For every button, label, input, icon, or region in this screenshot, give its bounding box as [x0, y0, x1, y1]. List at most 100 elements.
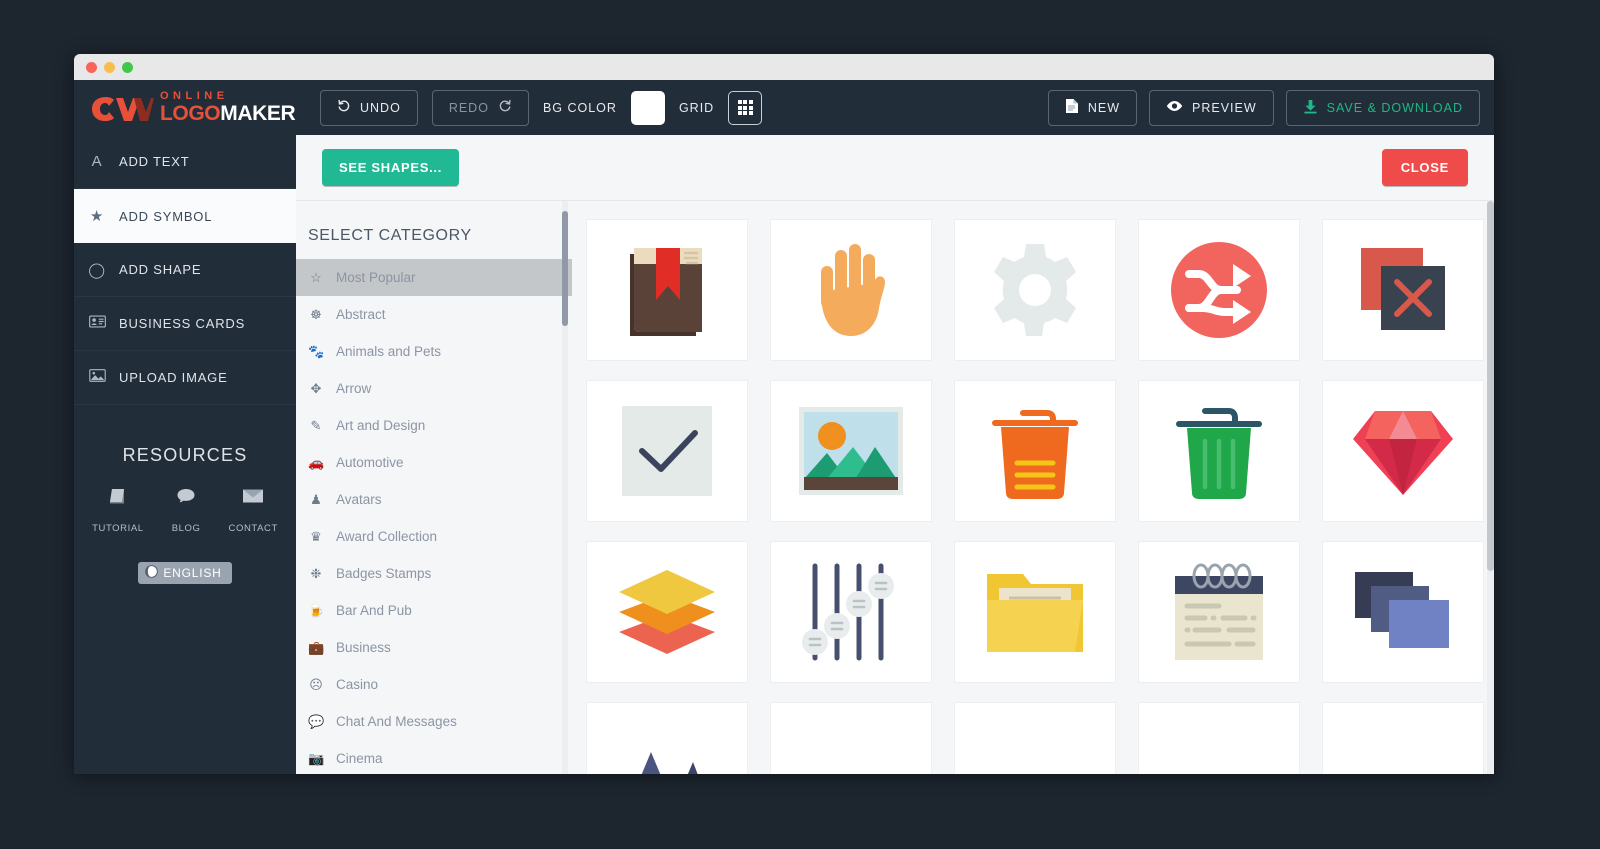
- resources-section: RESOURCES TUTORIAL BLOG CONTACT ENGLISH: [74, 445, 296, 584]
- resource-label: BLOG: [171, 523, 201, 534]
- category-avatars[interactable]: ♟ Avatars: [296, 481, 572, 518]
- language-selector[interactable]: ENGLISH: [138, 562, 232, 584]
- sidebar-item-add-symbol[interactable]: ★ ADD SYMBOL: [74, 189, 296, 243]
- symbol-panel: SEE SHAPES... CLOSE SELECT CATEGORY ☆ Mo…: [296, 135, 1494, 774]
- sidebar-item-label: ADD SYMBOL: [119, 208, 213, 224]
- car-icon: 🚗: [308, 454, 325, 470]
- categories-title: SELECT CATEGORY: [308, 227, 472, 244]
- category-arrow[interactable]: ✥ Arrow: [296, 370, 572, 407]
- badge-icon: ❉: [310, 565, 322, 581]
- symbol-cell-desk[interactable]: [954, 702, 1116, 774]
- camera-icon: 📷: [308, 750, 325, 766]
- symbol-cell-book-bookmark[interactable]: [586, 219, 748, 361]
- sliders-symbol: [802, 563, 894, 661]
- symbol-cell-shuffle-arrows[interactable]: [1138, 219, 1300, 361]
- eye-icon: [1166, 100, 1183, 115]
- logo-maker-text: LOGOMAKER: [160, 102, 296, 125]
- app-logo[interactable]: ONLINE LOGOMAKER: [90, 91, 300, 124]
- symbol-cell-windows-stack[interactable]: [1322, 541, 1484, 683]
- grid-icon: [737, 100, 753, 115]
- category-animals-and-pets[interactable]: 🐾 Animals and Pets: [296, 333, 572, 370]
- window-zoom-button[interactable]: [122, 61, 133, 73]
- left-sidebar: A ADD TEXT ★ ADD SYMBOL ◯ ADD SHAPE BUSI…: [74, 135, 296, 774]
- save-download-button[interactable]: SAVE & DOWNLOAD: [1285, 89, 1480, 126]
- windows-stack-symbol: [1355, 572, 1449, 648]
- brush-icon: ✎: [310, 417, 322, 433]
- symbol-cell-checkmark[interactable]: [586, 380, 748, 522]
- symbol-cell-blank[interactable]: [770, 702, 932, 774]
- window-minimize-button[interactable]: [104, 61, 115, 73]
- category-label: Most Popular: [336, 270, 416, 285]
- category-label: Automotive: [336, 455, 404, 470]
- new-button[interactable]: NEW: [1047, 89, 1138, 126]
- category-art-and-design[interactable]: ✎ Art and Design: [296, 407, 572, 444]
- resource-link-contact[interactable]: CONTACT: [229, 486, 278, 536]
- symbol-cell-trash-green[interactable]: [1138, 380, 1300, 522]
- book-bookmark-symbol: [630, 248, 702, 336]
- symbol-cell-close-window[interactable]: [1322, 219, 1484, 361]
- paw-icon: 🐾: [308, 343, 325, 359]
- symbol-cell-picture-landscape[interactable]: [770, 380, 932, 522]
- category-list: SELECT CATEGORY ☆ Most Popular ☸ Abstrac…: [296, 201, 572, 774]
- category-most-popular[interactable]: ☆ Most Popular: [296, 259, 572, 296]
- trash-orange-symbol: [992, 410, 1078, 499]
- symbol-cell-diamond[interactable]: [1322, 380, 1484, 522]
- sidebar-item-upload-image[interactable]: UPLOAD IMAGE: [74, 351, 296, 405]
- category-label: Chat And Messages: [336, 714, 457, 729]
- symbol-cell-mountain[interactable]: [586, 702, 748, 774]
- category-casino[interactable]: ☹ Casino: [296, 666, 572, 703]
- category-scrollbar-thumb[interactable]: [562, 211, 568, 326]
- undo-button[interactable]: UNDO: [320, 89, 418, 126]
- window-close-button[interactable]: [86, 61, 97, 73]
- top-toolbar: ONLINE LOGOMAKER UNDO REDO BG COLOR GRID…: [74, 80, 1494, 135]
- symbol-cell-folder-open[interactable]: [954, 541, 1116, 683]
- category-automotive[interactable]: 🚗 Automotive: [296, 444, 572, 481]
- checkmark-symbol: [622, 406, 712, 496]
- blank-symbol: [811, 733, 891, 774]
- notebook-symbol: [1175, 563, 1263, 660]
- symbol-cell-box[interactable]: [1138, 702, 1300, 774]
- symbol-cell-trash-orange[interactable]: [954, 380, 1116, 522]
- symbol-cell-layers[interactable]: [586, 541, 748, 683]
- category-cinema[interactable]: 📷 Cinema: [296, 740, 572, 774]
- layers-symbol: [619, 570, 715, 654]
- symbol-grid-container: [572, 201, 1494, 774]
- symbol-cell-notebook[interactable]: [1138, 541, 1300, 683]
- preview-button[interactable]: PREVIEW: [1149, 89, 1274, 126]
- redo-icon: [498, 99, 512, 116]
- resource-link-tutorial[interactable]: TUTORIAL: [92, 486, 144, 536]
- category-bar-and-pub[interactable]: 🍺 Bar And Pub: [296, 592, 572, 629]
- category-label: Business: [336, 640, 391, 655]
- grid-toggle-button[interactable]: [728, 90, 763, 125]
- sidebar-item-business-cards[interactable]: BUSINESS CARDS: [74, 297, 296, 351]
- arrows-icon: ✥: [310, 380, 322, 396]
- sidebar-item-add-text[interactable]: A ADD TEXT: [74, 135, 296, 189]
- bg-color-swatch[interactable]: [630, 90, 665, 125]
- redo-button[interactable]: REDO: [431, 89, 529, 126]
- symbol-cell-sliders[interactable]: [770, 541, 932, 683]
- see-shapes-button[interactable]: SEE SHAPES...: [322, 149, 460, 186]
- symbol-cell-gear[interactable]: [954, 219, 1116, 361]
- star-icon: ★: [89, 208, 105, 225]
- category-business[interactable]: 💼 Business: [296, 629, 572, 666]
- category-chat-and-messages[interactable]: 💬 Chat And Messages: [296, 703, 572, 740]
- app-body: A ADD TEXT ★ ADD SYMBOL ◯ ADD SHAPE BUSI…: [74, 135, 1494, 774]
- symbol-cell-hand-palm[interactable]: [770, 219, 932, 361]
- resource-link-blog[interactable]: BLOG: [172, 486, 201, 536]
- logo-online-text: ONLINE: [160, 90, 229, 102]
- category-label: Avatars: [336, 492, 382, 507]
- envelope-icon: [229, 486, 278, 512]
- category-award-collection[interactable]: ♛ Award Collection: [296, 518, 572, 555]
- symbol-scrollbar-thumb[interactable]: [1487, 201, 1494, 571]
- resources-title: RESOURCES: [122, 445, 248, 465]
- folder-open-symbol: [987, 574, 1083, 652]
- sidebar-item-add-shape[interactable]: ◯ ADD SHAPE: [74, 243, 296, 297]
- sidebar-item-label: ADD SHAPE: [119, 262, 202, 277]
- globe-icon: [145, 565, 159, 581]
- category-badges-stamps[interactable]: ❉ Badges Stamps: [296, 555, 572, 592]
- close-panel-button[interactable]: CLOSE: [1381, 149, 1468, 186]
- category-abstract[interactable]: ☸ Abstract: [296, 296, 572, 333]
- symbol-cell-circle-orange[interactable]: [1322, 702, 1484, 774]
- category-label: Award Collection: [336, 529, 438, 544]
- comment-icon: [172, 486, 201, 512]
